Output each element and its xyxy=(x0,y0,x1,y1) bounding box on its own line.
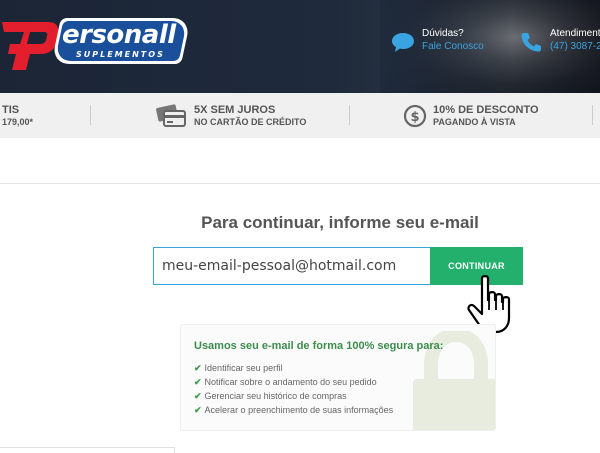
benefit-separator xyxy=(90,105,91,125)
check-icon: ✔ xyxy=(194,377,202,387)
svg-text:$: $ xyxy=(410,110,419,125)
benefits-bar: TIS 179,00* 5X SEM JUROS NO CARTÃO DE CR… xyxy=(0,93,600,138)
page: ersonall SUPLEMENTOS Dúvidas? Fale Conos… xyxy=(0,0,600,453)
benefit-title: TIS xyxy=(2,104,20,116)
benefit-discount: $ 10% DE DESCONTO PAGANDO À VISTA xyxy=(403,102,593,130)
contact-faq-title: Dúvidas? xyxy=(422,28,464,39)
contact-faq[interactable]: Dúvidas? Fale Conosco xyxy=(390,24,500,60)
info-item-purchase-history: ✔ Gerenciar seu histórico de compras xyxy=(194,391,347,404)
info-item-text: Identificar seu perfil xyxy=(204,363,283,373)
info-item-text: Acelerar o preenchimento de suas informa… xyxy=(204,405,394,415)
section-divider xyxy=(0,183,600,184)
benefit-title: 5X SEM JUROS xyxy=(194,104,276,116)
info-item-autofill: ✔ Acelerar o preenchimento de suas inform… xyxy=(194,405,393,418)
benefit-subtitle: NO CARTÃO DE CRÉDITO xyxy=(194,117,307,127)
brand-logo[interactable]: ersonall SUPLEMENTOS xyxy=(0,14,191,74)
info-item-text: Notificar sobre o andamento do seu pedid… xyxy=(204,377,377,387)
email-input[interactable] xyxy=(153,247,430,285)
site-header: ersonall SUPLEMENTOS Dúvidas? Fale Conos… xyxy=(0,0,600,93)
benefit-title: 10% DE DESCONTO xyxy=(433,104,539,116)
info-item-order-status: ✔ Notificar sobre o andamento do seu pedi… xyxy=(194,377,377,390)
credit-card-icon xyxy=(156,104,186,127)
benefit-free-shipping: TIS 179,00* xyxy=(0,102,80,130)
chat-bubble-icon xyxy=(392,33,414,52)
check-icon: ✔ xyxy=(194,405,202,415)
info-item-profile: ✔ Identificar seu perfil xyxy=(194,363,283,376)
contact-phone-number[interactable]: (47) 3087-2 xyxy=(550,41,600,52)
contact-phone[interactable]: Atendimento (47) 3087-2 xyxy=(518,24,600,60)
benefit-subtitle: PAGANDO À VISTA xyxy=(433,117,516,127)
logo-subtext: SUPLEMENTOS xyxy=(76,50,165,59)
footer-edge xyxy=(0,447,175,453)
check-icon: ✔ xyxy=(194,391,202,401)
logo-tp-mark xyxy=(2,22,59,70)
email-usage-info-box: Usamos seu e-mail de forma 100% segura p… xyxy=(180,324,496,431)
info-title: Usamos seu e-mail de forma 100% segura p… xyxy=(194,340,444,352)
phone-icon xyxy=(521,33,541,52)
benefit-installments: 5X SEM JUROS NO CARTÃO DE CRÉDITO xyxy=(156,102,326,130)
info-item-text: Gerenciar seu histórico de compras xyxy=(204,391,347,401)
contact-faq-link[interactable]: Fale Conosco xyxy=(422,41,484,52)
form-heading: Para continuar, informe seu e-mail xyxy=(201,213,479,232)
check-icon: ✔ xyxy=(194,363,202,373)
benefit-separator xyxy=(349,105,350,125)
benefit-separator xyxy=(592,105,593,125)
contact-phone-title: Atendimento xyxy=(550,28,600,39)
logo-wordmark: ersonall xyxy=(62,20,176,50)
benefit-subtitle: 179,00* xyxy=(2,117,34,127)
dollar-coin-icon: $ xyxy=(403,104,427,128)
